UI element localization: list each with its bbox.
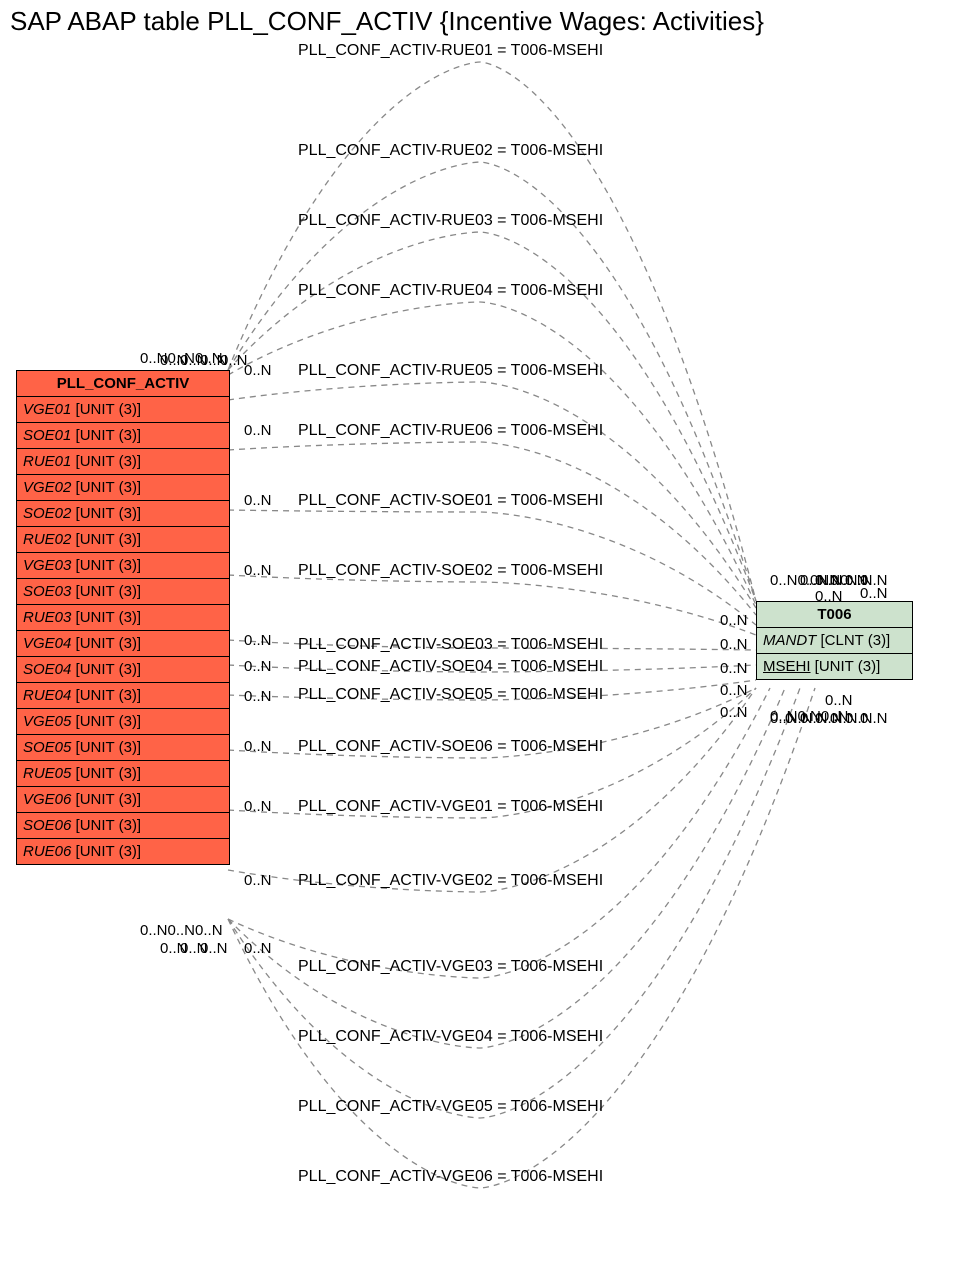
field-row: RUE02 [UNIT (3)]: [17, 527, 229, 553]
relation-label: PLL_CONF_ACTIV-RUE06 = T006-MSEHI: [298, 422, 603, 440]
cardinality-cluster: 0..N: [825, 692, 853, 709]
cardinality: 0..N: [244, 798, 272, 815]
cardinality: 0..N: [244, 562, 272, 579]
field-row: VGE01 [UNIT (3)]: [17, 397, 229, 423]
cardinality: 0..N: [860, 710, 888, 727]
cardinality: 0..N: [244, 738, 272, 755]
entity-pll-conf-activ: PLL_CONF_ACTIV VGE01 [UNIT (3)]SOE01 [UN…: [16, 370, 230, 865]
relation-label: PLL_CONF_ACTIV-RUE02 = T006-MSEHI: [298, 142, 603, 160]
field-row: RUE06 [UNIT (3)]: [17, 839, 229, 864]
relation-label: PLL_CONF_ACTIV-RUE05 = T006-MSEHI: [298, 362, 603, 380]
cardinality: 0..N: [720, 636, 748, 653]
field-row: SOE01 [UNIT (3)]: [17, 423, 229, 449]
relation-label: PLL_CONF_ACTIV-SOE04 = T006-MSEHI: [298, 658, 603, 676]
field-row: RUE03 [UNIT (3)]: [17, 605, 229, 631]
cardinality: 0..N: [244, 658, 272, 675]
cardinality: 0..N: [860, 585, 888, 602]
relation-label: PLL_CONF_ACTIV-RUE01 = T006-MSEHI: [298, 42, 603, 60]
relation-label: PLL_CONF_ACTIV-VGE06 = T006-MSEHI: [298, 1168, 603, 1186]
cardinality: 0..N: [720, 682, 748, 699]
field-row: VGE04 [UNIT (3)]: [17, 631, 229, 657]
relation-label: PLL_CONF_ACTIV-RUE04 = T006-MSEHI: [298, 282, 603, 300]
cardinality: 0..N: [244, 362, 272, 379]
field-row: SOE02 [UNIT (3)]: [17, 501, 229, 527]
field-row: VGE02 [UNIT (3)]: [17, 475, 229, 501]
cardinality: 0..N: [720, 704, 748, 721]
relation-label: PLL_CONF_ACTIV-VGE04 = T006-MSEHI: [298, 1028, 603, 1046]
relation-label: PLL_CONF_ACTIV-VGE05 = T006-MSEHI: [298, 1098, 603, 1116]
field-row: SOE05 [UNIT (3)]: [17, 735, 229, 761]
cardinality: 0..N: [244, 940, 272, 957]
field-row: VGE06 [UNIT (3)]: [17, 787, 229, 813]
relation-label: PLL_CONF_ACTIV-SOE05 = T006-MSEHI: [298, 686, 603, 704]
relation-label: PLL_CONF_ACTIV-VGE01 = T006-MSEHI: [298, 798, 603, 816]
field-row: RUE04 [UNIT (3)]: [17, 683, 229, 709]
page-title: SAP ABAP table PLL_CONF_ACTIV {Incentive…: [10, 6, 764, 37]
field-row: SOE04 [UNIT (3)]: [17, 657, 229, 683]
cardinality: 0..N: [720, 612, 748, 629]
cardinality: 0..N: [244, 422, 272, 439]
relation-label: PLL_CONF_ACTIV-SOE01 = T006-MSEHI: [298, 492, 603, 510]
cardinality: 0..N: [244, 872, 272, 889]
entity-header: PLL_CONF_ACTIV: [17, 371, 229, 397]
cardinality: 0..N: [244, 632, 272, 649]
relation-label: PLL_CONF_ACTIV-VGE02 = T006-MSEHI: [298, 872, 603, 890]
field-row: RUE05 [UNIT (3)]: [17, 761, 229, 787]
field-row: MANDT [CLNT (3)]: [757, 628, 912, 654]
cardinality-cluster: 0..N: [815, 588, 843, 605]
field-row: SOE03 [UNIT (3)]: [17, 579, 229, 605]
relation-label: PLL_CONF_ACTIV-SOE02 = T006-MSEHI: [298, 562, 603, 580]
cardinality: 0..N: [720, 660, 748, 677]
relation-label: PLL_CONF_ACTIV-SOE03 = T006-MSEHI: [298, 636, 603, 654]
cardinality: 0..N: [244, 688, 272, 705]
entity-header: T006: [757, 602, 912, 628]
cardinality-cluster: 0..N0..N0..N: [140, 922, 223, 939]
field-row: MSEHI [UNIT (3)]: [757, 654, 912, 679]
field-row: SOE06 [UNIT (3)]: [17, 813, 229, 839]
field-row: RUE01 [UNIT (3)]: [17, 449, 229, 475]
entity-t006: T006 MANDT [CLNT (3)]MSEHI [UNIT (3)]: [756, 601, 913, 680]
relation-label: PLL_CONF_ACTIV-VGE03 = T006-MSEHI: [298, 958, 603, 976]
cardinality: 0..N: [244, 492, 272, 509]
relation-label: PLL_CONF_ACTIV-RUE03 = T006-MSEHI: [298, 212, 603, 230]
field-row: VGE05 [UNIT (3)]: [17, 709, 229, 735]
cardinality: 0..N: [160, 940, 188, 957]
relation-label: PLL_CONF_ACTIV-SOE06 = T006-MSEHI: [298, 738, 603, 756]
field-row: VGE03 [UNIT (3)]: [17, 553, 229, 579]
